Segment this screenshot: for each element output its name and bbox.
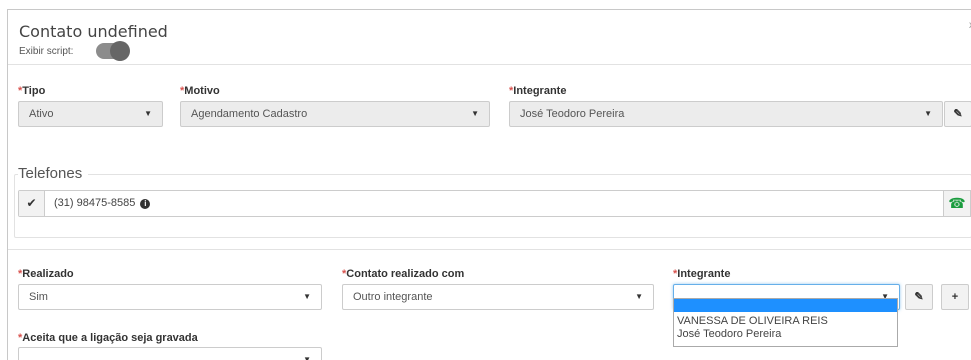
tipo-label: *Tipo (18, 85, 46, 97)
chevron-down-icon: ▼ (924, 109, 932, 118)
phone-number: (31) 98475-8585 i (54, 197, 151, 209)
call-button[interactable]: ☎ (943, 190, 971, 217)
toggle-knob (110, 41, 130, 61)
contato-select[interactable]: Outro integrante ▼ (342, 284, 654, 310)
aceita-label: *Aceita que a ligação seja gravada (18, 332, 198, 344)
info-icon[interactable]: i (140, 199, 151, 209)
phone-row: ✔ (31) 98475-8585 i ☎ (18, 190, 971, 217)
tipo-select[interactable]: Ativo ▼ (18, 101, 163, 127)
script-toggle[interactable] (96, 41, 130, 61)
chevron-down-icon: ▼ (471, 109, 479, 118)
realizado-select[interactable]: Sim ▼ (18, 284, 322, 310)
integrante-select[interactable]: José Teodoro Pereira ▼ (509, 101, 943, 127)
modal-header: Contato undefined Exibir script: x (8, 10, 971, 65)
dropdown-option[interactable]: José Teodoro Pereira (674, 328, 897, 341)
phone-checkbox[interactable]: ✔ (19, 191, 45, 216)
dropdown-option[interactable]: VANESSA DE OLIVEIRA REIS (674, 315, 897, 328)
edit-integrante-button[interactable]: ✎ (944, 101, 971, 127)
realizado-label: *Realizado (18, 268, 74, 280)
edit-icon: ✎ (953, 108, 963, 120)
contato-label: *Contato realizado com (342, 268, 465, 280)
edit-icon: ✎ (914, 291, 924, 303)
chevron-down-icon: ▼ (635, 292, 643, 301)
check-icon: ✔ (26, 196, 37, 210)
integrante-dropdown-list: VANESSA DE OLIVEIRA REIS José Teodoro Pe… (673, 298, 898, 347)
aceita-select[interactable]: ▼ (18, 347, 322, 360)
chevron-down-icon: ▼ (144, 109, 152, 118)
edit-integrante2-button[interactable]: ✎ (905, 284, 933, 310)
chevron-down-icon: ▼ (303, 355, 311, 360)
motivo-label: *Motivo (180, 85, 220, 97)
phone-icon: ☎ (948, 195, 966, 211)
motivo-select[interactable]: Agendamento Cadastro ▼ (180, 101, 490, 127)
section-divider (8, 249, 971, 250)
script-toggle-label: Exibir script: (19, 46, 74, 57)
add-integrante-button[interactable]: + (941, 284, 969, 310)
modal-title: Contato undefined (19, 22, 168, 41)
integrante2-label: *Integrante (673, 268, 731, 280)
chevron-down-icon: ▼ (303, 292, 311, 301)
telefones-legend: Telefones (18, 165, 89, 182)
dropdown-option[interactable] (674, 299, 897, 312)
integrante-label: *Integrante (509, 85, 567, 97)
plus-icon: + (951, 291, 959, 303)
